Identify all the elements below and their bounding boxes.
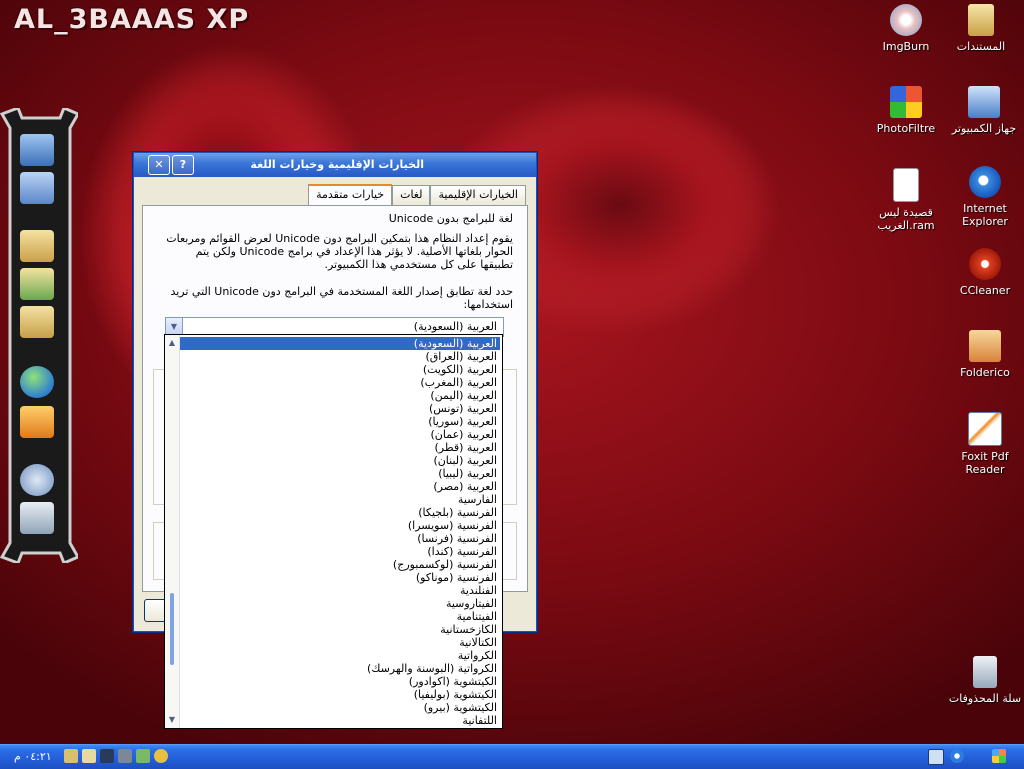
printer-icon[interactable] bbox=[118, 749, 132, 763]
language-option[interactable]: العربية (السعودية) bbox=[180, 337, 500, 350]
tab-regional-options[interactable]: الخيارات الإقليمية bbox=[430, 185, 526, 205]
system-clock[interactable]: ٠٤:٢١ م bbox=[14, 750, 52, 763]
language-option[interactable]: الفيتاروسية bbox=[180, 597, 500, 610]
desktop-icon-ccleaner[interactable]: CCleaner bbox=[945, 248, 1024, 297]
gear-icon[interactable] bbox=[20, 464, 54, 496]
language-option[interactable]: الكيتشوية (اكوادور) bbox=[180, 675, 500, 688]
language-option[interactable]: الكيتشوية (بوليفيا) bbox=[180, 688, 500, 701]
language-option[interactable]: الكازخستانية bbox=[180, 623, 500, 636]
language-option[interactable]: العربية (سوريا) bbox=[180, 415, 500, 428]
music-folder-icon[interactable] bbox=[20, 306, 54, 338]
my-computer-icon bbox=[968, 86, 1000, 118]
globe-icon[interactable] bbox=[20, 366, 54, 398]
wallpaper-logo: AL_3BAAAS XP bbox=[14, 4, 250, 35]
media-file-icon bbox=[893, 168, 919, 202]
language-option[interactable]: الفرنسية (سويسرا) bbox=[180, 519, 500, 532]
language-option[interactable]: الفرنسية (بلجيكا) bbox=[180, 506, 500, 519]
recycle-bin-icon bbox=[973, 656, 997, 688]
dropdown-scrollbar[interactable]: ▲ ▼ bbox=[165, 335, 180, 728]
language-option[interactable]: الفرنسية (لوكسمبورج) bbox=[180, 558, 500, 571]
scroll-down-icon[interactable]: ▼ bbox=[165, 713, 179, 727]
photofiltre-icon bbox=[890, 86, 922, 118]
language-option[interactable]: العربية (قطر) bbox=[180, 441, 500, 454]
language-option[interactable]: العربية (الكويت) bbox=[180, 363, 500, 376]
desktop-icon-internet-explorer[interactable]: Internet Explorer bbox=[945, 166, 1024, 228]
dialog-title: الخيارات الإقليمية وخيارات اللغة bbox=[250, 158, 424, 171]
language-option[interactable]: العربية (لبنان) bbox=[180, 454, 500, 467]
group-title: لغة للبرامج بدون Unicode bbox=[388, 212, 513, 225]
language-option[interactable]: العربية (ليبيا) bbox=[180, 467, 500, 480]
imgburn-disc-icon bbox=[890, 4, 922, 36]
language-option[interactable]: الكرواتية (البوسنة والهرسك) bbox=[180, 662, 500, 675]
language-option[interactable]: الفرنسية (موناكو) bbox=[180, 571, 500, 584]
recycle-bin-icon[interactable] bbox=[20, 502, 54, 534]
language-option[interactable]: الكيتشوية (بيرو) bbox=[180, 701, 500, 714]
language-option[interactable]: الفارسية bbox=[180, 493, 500, 506]
scroll-up-icon[interactable]: ▲ bbox=[165, 336, 179, 350]
media-icon[interactable] bbox=[154, 749, 168, 763]
help-button[interactable]: ? bbox=[172, 155, 194, 175]
desktop: AL_3BAAAS XP المستندات ImgBurn جهاز الكم… bbox=[0, 0, 1024, 744]
foxit-pdf-icon bbox=[968, 412, 1002, 446]
scroll-thumb[interactable] bbox=[170, 593, 174, 665]
language-option[interactable]: الفيتنامية bbox=[180, 610, 500, 623]
windows-flag-icon[interactable] bbox=[992, 749, 1006, 763]
language-options: العربية (السعودية) العربية (العراق) العربي… bbox=[180, 337, 500, 727]
prompt-text: حدد لغة تطابق إصدار اللغة المستخدمة في ا… bbox=[170, 285, 513, 311]
folder-icon[interactable] bbox=[20, 230, 54, 262]
language-option[interactable]: الكتالانية bbox=[180, 636, 500, 649]
ccleaner-icon bbox=[969, 248, 1001, 280]
documents-folder-icon bbox=[968, 4, 994, 36]
taskbar: ٠٤:٢١ م bbox=[0, 744, 1024, 769]
close-button[interactable]: ✕ bbox=[148, 155, 170, 175]
dialog-titlebar[interactable]: ✕ ? الخيارات الإقليمية وخيارات اللغة bbox=[134, 153, 536, 177]
arrow-icon[interactable] bbox=[100, 749, 114, 763]
left-dock bbox=[0, 108, 78, 563]
language-option[interactable]: العربية (عمان) bbox=[180, 428, 500, 441]
shield-icon[interactable] bbox=[136, 749, 150, 763]
dialog-tabs: الخيارات الإقليميةلغاتخيارات متقدمة bbox=[308, 183, 526, 208]
language-dropdown-list[interactable]: ▲ ▼ العربية (السعودية) العربية (العراق) ال… bbox=[164, 334, 503, 729]
desktop-icon-foxit[interactable]: Foxit Pdf Reader bbox=[945, 412, 1024, 476]
internet-explorer-icon[interactable] bbox=[950, 749, 964, 763]
language-option[interactable]: العربية (المغرب) bbox=[180, 376, 500, 389]
language-option[interactable]: العربية (مصر) bbox=[180, 480, 500, 493]
language-option[interactable]: العربية (تونس) bbox=[180, 402, 500, 415]
desktop-shortcut-icon[interactable] bbox=[20, 172, 54, 204]
desktop-icon-folderico[interactable]: Folderico bbox=[945, 330, 1024, 379]
language-select-value: العربية (السعودية) bbox=[413, 320, 497, 333]
language-option[interactable]: اللتفانية bbox=[180, 714, 500, 727]
language-option[interactable]: الفرنسية (فرنسا) bbox=[180, 532, 500, 545]
computer-icon[interactable] bbox=[20, 134, 54, 166]
language-option[interactable]: العربية (العراق) bbox=[180, 350, 500, 363]
tab-languages[interactable]: لغات bbox=[392, 185, 431, 205]
network-icon[interactable] bbox=[928, 749, 944, 765]
language-option[interactable]: العربية (اليمن) bbox=[180, 389, 500, 402]
desktop-icon-my-computer[interactable]: جهاز الكمبيوتر bbox=[944, 86, 1024, 135]
internet-explorer-icon bbox=[969, 166, 1001, 198]
desktop-icon-photofiltre[interactable]: PhotoFiltre bbox=[866, 86, 946, 135]
language-option[interactable]: الفرنسية (كندا) bbox=[180, 545, 500, 558]
desktop-icon-imgburn[interactable]: ImgBurn bbox=[866, 4, 946, 53]
description-text: يقوم إعداد النظام هذا بتمكين البرامج دون… bbox=[166, 232, 513, 271]
folder-icon[interactable] bbox=[82, 749, 96, 763]
tools-icon[interactable] bbox=[64, 749, 78, 763]
desktop-icon-recycle-bin[interactable]: سلة المحذوفات bbox=[945, 656, 1024, 705]
language-option[interactable]: الكرواتية bbox=[180, 649, 500, 662]
language-option[interactable]: الفنلندية bbox=[180, 584, 500, 597]
folderico-icon bbox=[969, 330, 1001, 362]
desktop-icon-media-file[interactable]: قصيدة ليس الغريب.ram bbox=[866, 168, 946, 232]
media-player-icon[interactable] bbox=[20, 406, 54, 438]
desktop-icon-documents[interactable]: المستندات bbox=[941, 4, 1021, 53]
pictures-folder-icon[interactable] bbox=[20, 268, 54, 300]
